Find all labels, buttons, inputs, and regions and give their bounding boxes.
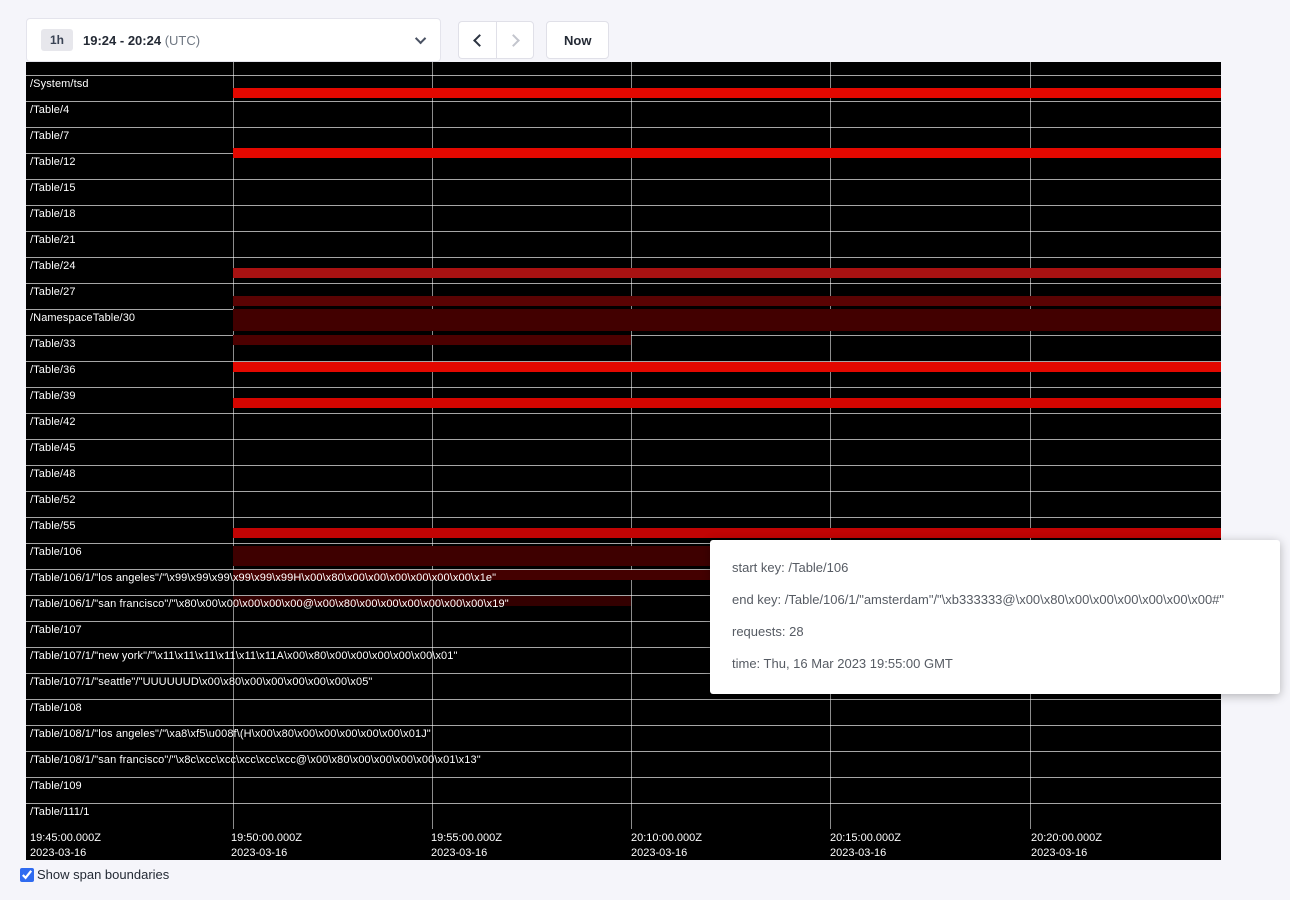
checkbox-label: Show span boundaries — [37, 867, 169, 882]
heatmap-row[interactable]: /Table/4 — [26, 101, 1221, 127]
row-key-label: /Table/55 — [30, 520, 76, 532]
time-range-selector[interactable]: 1h 19:24 - 20:24 (UTC) — [26, 18, 441, 62]
row-key-label: /Table/33 — [30, 338, 76, 350]
time-toolbar: 1h 19:24 - 20:24 (UTC) Now — [26, 18, 609, 62]
row-key-label: /Table/12 — [30, 156, 76, 168]
key-visualizer-canvas[interactable]: /System/tsd/Table/4/Table/7/Table/12/Tab… — [26, 62, 1221, 860]
row-key-label: /Table/52 — [30, 494, 76, 506]
row-key-label: /Table/24 — [30, 260, 76, 272]
heatmap-row[interactable]: /Table/36 — [26, 361, 1221, 387]
heatmap-row[interactable]: /Table/27 — [26, 283, 1221, 309]
tooltip-line: end key: /Table/106/1/"amsterdam"/"\xb33… — [732, 592, 1258, 607]
range-tooltip: start key: /Table/106 end key: /Table/106… — [710, 540, 1280, 694]
heatmap-row[interactable]: /Table/42 — [26, 413, 1221, 439]
timezone-label: (UTC) — [165, 33, 200, 48]
row-key-label: /Table/107/1/"seattle"/"UUUUUUD\x00\x80\… — [30, 676, 372, 688]
tooltip-line: start key: /Table/106 — [732, 560, 1258, 575]
next-time-button[interactable] — [496, 21, 534, 59]
row-key-label: /Table/7 — [30, 130, 69, 142]
row-key-label: /Table/106/1/"san francisco"/"\x80\x00\x… — [30, 598, 509, 610]
heatmap-row[interactable]: /NamespaceTable/30 — [26, 309, 1221, 335]
row-key-label: /NamespaceTable/30 — [30, 312, 135, 324]
x-axis-tick-label: 19:50:00.000Z2023-03-16 — [231, 831, 302, 861]
x-axis-tick-label: 20:10:00.000Z2023-03-16 — [631, 831, 702, 861]
heatmap-row[interactable]: /Table/108/1/"los angeles"/"\xa8\xf5\u00… — [26, 725, 1221, 751]
x-axis: 19:45:00.000Z2023-03-16 19:50:00.000Z2023… — [26, 829, 1221, 860]
row-key-label: /Table/108 — [30, 702, 82, 714]
row-key-label: /Table/27 — [30, 286, 76, 298]
heatmap-row[interactable]: /Table/108/1/"san francisco"/"\x8c\xcc\x… — [26, 751, 1221, 777]
heatmap-row[interactable]: /Table/109 — [26, 777, 1221, 803]
row-key-label: /Table/106 — [30, 546, 82, 558]
x-axis-tick-label: 19:45:00.000Z2023-03-16 — [30, 831, 101, 861]
time-nav-group — [458, 21, 534, 59]
row-key-label: /Table/36 — [30, 364, 76, 376]
x-axis-tick-label: 20:15:00.000Z2023-03-16 — [830, 831, 901, 861]
heatmap-row[interactable]: /Table/18 — [26, 205, 1221, 231]
now-button[interactable]: Now — [546, 21, 609, 59]
row-key-label: /Table/15 — [30, 182, 76, 194]
prev-time-button[interactable] — [458, 21, 496, 59]
row-key-label: /Table/4 — [30, 104, 69, 116]
chevron-down-icon — [415, 33, 426, 44]
heatmap-row[interactable]: /Table/21 — [26, 231, 1221, 257]
heatmap-row[interactable]: /Table/111/1 — [26, 803, 1221, 829]
heatmap-row[interactable]: /Table/24 — [26, 257, 1221, 283]
row-key-label: /Table/106/1/"los angeles"/"\x99\x99\x99… — [30, 572, 496, 584]
row-key-label: /Table/108/1/"los angeles"/"\xa8\xf5\u00… — [30, 728, 431, 740]
row-key-label: /Table/48 — [30, 468, 76, 480]
heatmap-row[interactable]: /System/tsd — [26, 75, 1221, 101]
row-key-label: /Table/107 — [30, 624, 82, 636]
row-key-label: /Table/108/1/"san francisco"/"\x8c\xcc\x… — [30, 754, 481, 766]
heatmap-row[interactable]: /Table/52 — [26, 491, 1221, 517]
heatmap-row[interactable]: /Table/45 — [26, 439, 1221, 465]
time-range-label: 19:24 - 20:24 (UTC) — [83, 33, 200, 48]
x-axis-tick-label: 20:20:00.000Z2023-03-16 — [1031, 831, 1102, 861]
time-range-value: 19:24 - 20:24 — [83, 33, 161, 48]
tooltip-line: requests: 28 — [732, 624, 1258, 639]
heatmap-row[interactable]: /Table/7 — [26, 127, 1221, 153]
row-key-label: /Table/42 — [30, 416, 76, 428]
heatmap-row[interactable]: /Table/48 — [26, 465, 1221, 491]
row-key-label: /Table/39 — [30, 390, 76, 402]
chevron-right-icon — [507, 34, 520, 47]
show-span-boundaries[interactable]: Show span boundaries — [20, 867, 169, 882]
row-key-label: /Table/109 — [30, 780, 82, 792]
heatmap-row[interactable]: /Table/15 — [26, 179, 1221, 205]
x-axis-tick-label: 19:55:00.000Z2023-03-16 — [431, 831, 502, 861]
heatmap-row[interactable]: /Table/108 — [26, 699, 1221, 725]
heatmap-row[interactable]: /Table/33 — [26, 335, 1221, 361]
row-key-label: /Table/21 — [30, 234, 76, 246]
row-key-label: /Table/18 — [30, 208, 76, 220]
heatmap-rows: /System/tsd/Table/4/Table/7/Table/12/Tab… — [26, 62, 1221, 829]
row-key-label: /System/tsd — [30, 78, 89, 90]
chevron-left-icon — [473, 34, 486, 47]
heatmap-row[interactable]: /Table/39 — [26, 387, 1221, 413]
duration-badge: 1h — [41, 29, 73, 51]
heatmap-row[interactable]: /Table/12 — [26, 153, 1221, 179]
show-span-boundaries-checkbox[interactable] — [20, 868, 34, 882]
row-key-label: /Table/45 — [30, 442, 76, 454]
row-key-label: /Table/111/1 — [30, 806, 90, 818]
row-key-label: /Table/107/1/"new york"/"\x11\x11\x11\x1… — [30, 650, 458, 662]
tooltip-line: time: Thu, 16 Mar 2023 19:55:00 GMT — [732, 656, 1258, 671]
